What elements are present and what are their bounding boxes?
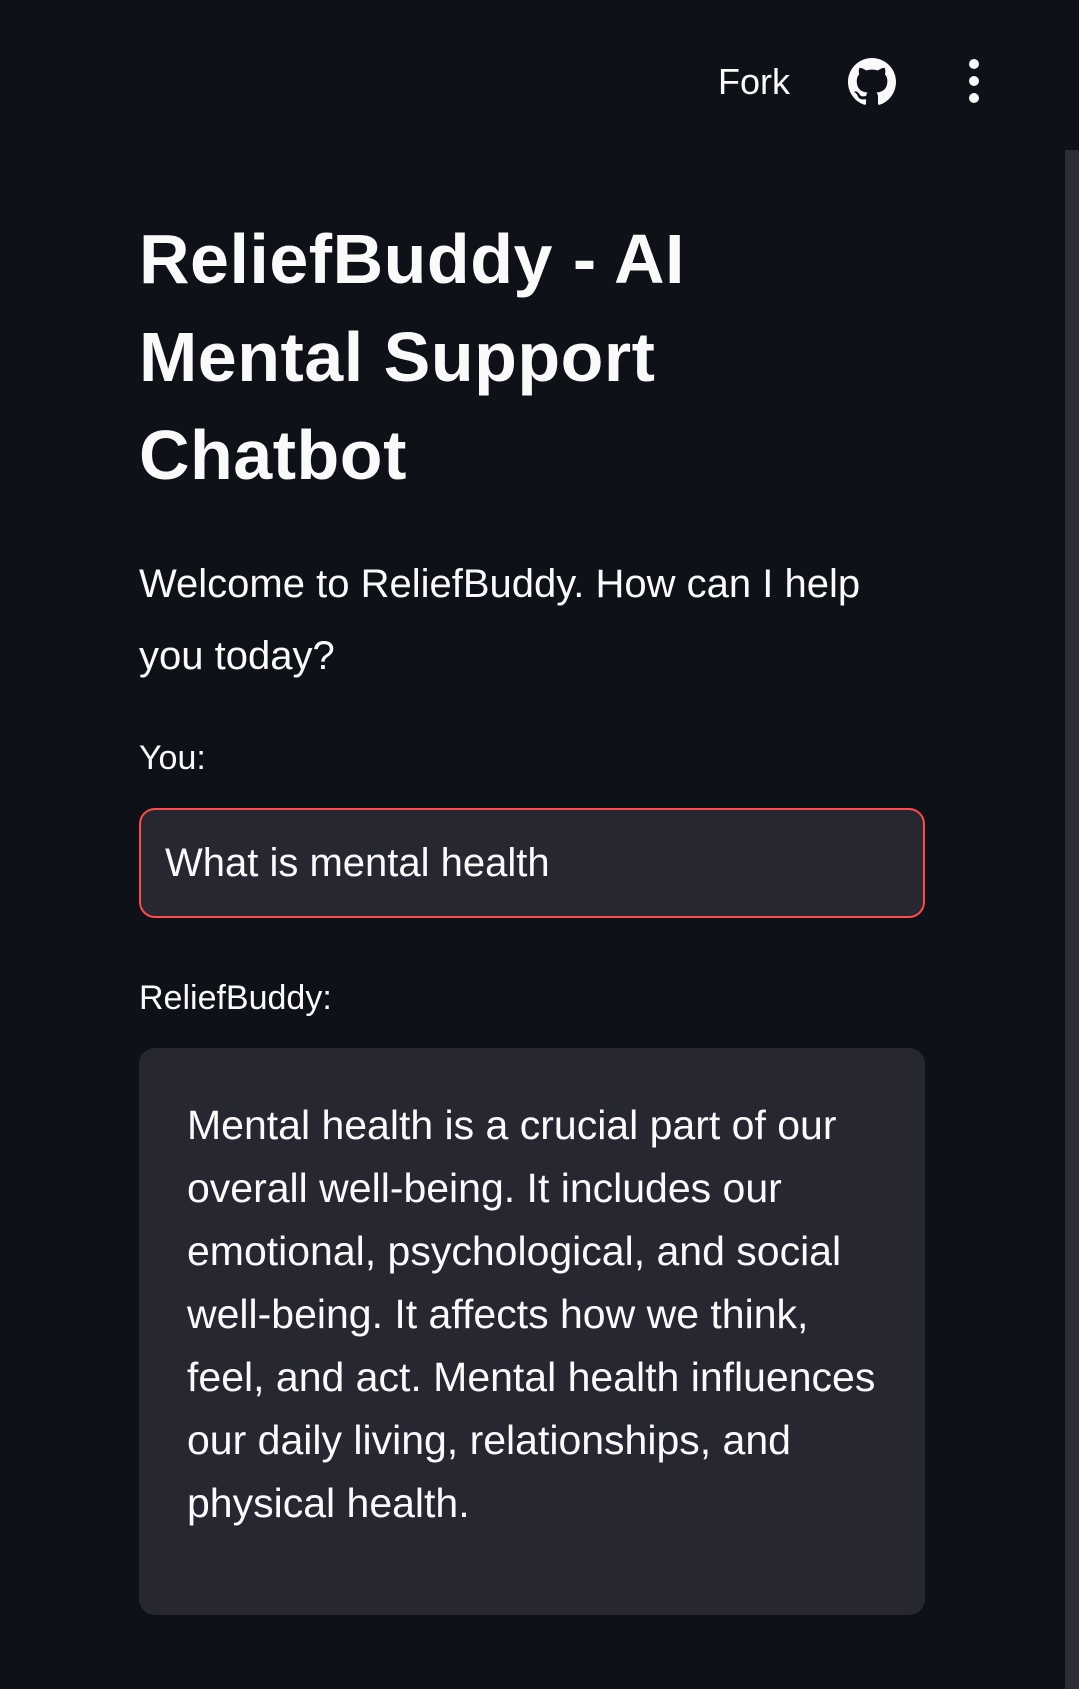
- fork-link[interactable]: Fork: [718, 58, 790, 106]
- bot-response-label: ReliefBuddy:: [139, 979, 332, 1017]
- bot-response-text: Mental health is a crucial part of our o…: [187, 1102, 876, 1526]
- page-scrollbar[interactable]: [1065, 150, 1079, 1689]
- user-message-input[interactable]: What is mental health: [139, 808, 925, 918]
- vertical-dots-menu-icon[interactable]: [960, 58, 988, 104]
- github-icon[interactable]: [848, 58, 896, 106]
- main-content: ReliefBuddy - AI Mental Support Chatbot …: [139, 210, 925, 1615]
- top-toolbar: Fork: [0, 0, 1079, 150]
- welcome-text: Welcome to ReliefBuddy. How can I help y…: [139, 562, 861, 678]
- bot-response-box[interactable]: Mental health is a crucial part of our o…: [139, 1048, 925, 1615]
- user-input-label: You:: [139, 739, 206, 777]
- app-root: Fork ReliefBuddy - AI Mental Support Cha…: [0, 0, 1079, 1689]
- page-title: ReliefBuddy - AI Mental Support Chatbot: [139, 220, 685, 494]
- user-message-value: What is mental health: [165, 840, 550, 885]
